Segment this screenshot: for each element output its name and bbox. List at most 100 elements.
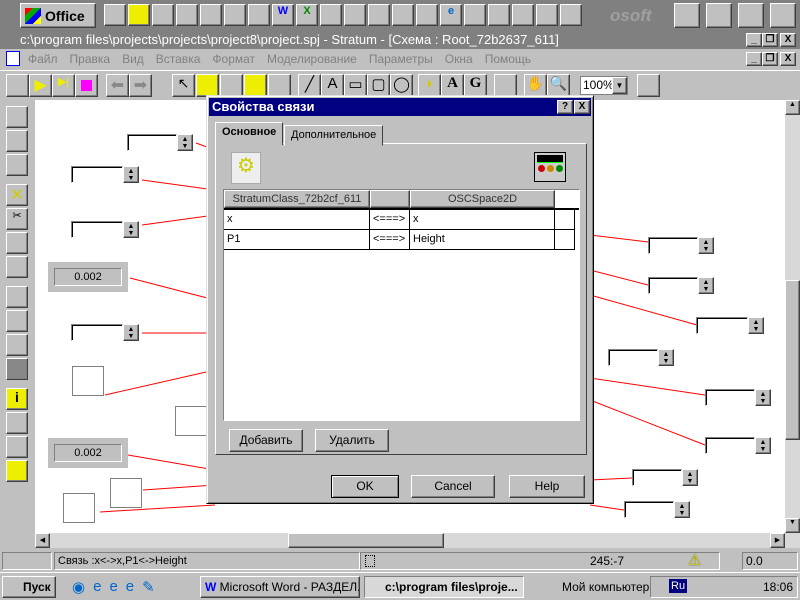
ok-button[interactable]: OK	[331, 475, 399, 498]
scroll-right-button[interactable]: ▶	[770, 533, 785, 548]
shortcut-card-icon[interactable]	[200, 4, 222, 26]
forward-button[interactable]: ➡	[129, 74, 152, 97]
table-row[interactable]: x <===> x	[224, 210, 579, 230]
number-input[interactable]: ▲ ▼	[648, 277, 714, 294]
shortcut-ie-icon[interactable]: e	[440, 4, 462, 26]
shortcut-icon[interactable]	[320, 4, 342, 26]
oscilloscope-icon[interactable]	[72, 366, 104, 396]
number-input[interactable]: ▲ ▼	[127, 134, 193, 151]
office-app-button-4[interactable]	[770, 3, 796, 28]
horizontal-scroll-thumb[interactable]	[288, 533, 444, 548]
cut-icon[interactable]: ✂	[6, 208, 28, 230]
my-computer-label[interactable]: Мой компьютер	[562, 580, 649, 594]
remove-button[interactable]: Удалить	[315, 429, 389, 452]
pause-button[interactable]	[6, 74, 29, 97]
page-tool[interactable]	[268, 74, 291, 97]
shortcut-book-icon[interactable]	[224, 4, 246, 26]
office-button[interactable]: Office	[20, 3, 96, 28]
menu-view[interactable]: Вид	[122, 52, 144, 66]
shortcut-forms-icon[interactable]	[152, 4, 174, 26]
library-icon[interactable]	[6, 334, 28, 356]
ellipse-tool[interactable]: ◯	[390, 74, 413, 97]
chevron-down-icon[interactable]: ▼	[612, 77, 627, 94]
spinner[interactable]: ▲ ▼	[698, 237, 714, 254]
dialog-close-button[interactable]: X	[574, 100, 590, 114]
image-tool[interactable]	[494, 74, 517, 97]
spinner[interactable]: ▲ ▼	[698, 277, 714, 294]
add-button[interactable]: Добавить	[229, 429, 303, 452]
class-tool[interactable]	[196, 74, 219, 97]
rectangle-tool[interactable]: ▭	[344, 74, 367, 97]
quicklaunch-icon[interactable]: ◉	[72, 578, 85, 596]
shortcut-key-icon[interactable]	[392, 4, 414, 26]
shortcut-note-icon[interactable]	[248, 4, 270, 26]
scroll-left-button[interactable]: ◀	[35, 533, 50, 548]
step-button[interactable]: ▶|	[52, 74, 75, 97]
new-icon[interactable]	[6, 106, 28, 128]
back-button[interactable]: ⬅	[106, 74, 129, 97]
shortcut-balloon-icon[interactable]	[536, 4, 558, 26]
spinner[interactable]: ▲ ▼	[755, 389, 771, 406]
ie-icon[interactable]: e	[109, 578, 117, 596]
rounded-rect-tool[interactable]: ▢	[367, 74, 390, 97]
row-source[interactable]: P1	[224, 230, 370, 250]
number-input[interactable]: ▲ ▼	[608, 349, 674, 366]
shortcut-icon[interactable]	[344, 4, 366, 26]
minimize-button[interactable]: _	[746, 33, 762, 47]
shortcut-icon[interactable]	[512, 4, 534, 26]
menu-format[interactable]: Формат	[212, 52, 255, 66]
language-indicator[interactable]: Ru	[669, 579, 688, 593]
spinner[interactable]: ▲ ▼	[755, 437, 771, 454]
shortcut-check-icon[interactable]	[176, 4, 198, 26]
scroll-up-button[interactable]: ▲	[785, 100, 800, 115]
properties-icon[interactable]	[6, 412, 28, 434]
oscilloscope-icon[interactable]	[110, 478, 142, 508]
open-icon[interactable]	[6, 130, 28, 152]
number-input[interactable]: ▲ ▼	[705, 389, 771, 406]
run-button[interactable]: ▶	[29, 74, 52, 97]
task-stratum[interactable]: c:\program files\proje...	[364, 576, 524, 598]
number-input[interactable]: ▲ ▼	[705, 437, 771, 454]
group-tool[interactable]: G	[464, 74, 487, 97]
dialog-help-button[interactable]: ?	[557, 100, 573, 114]
tab-additional[interactable]: Дополнительное	[284, 125, 384, 146]
menu-insert[interactable]: Вставка	[156, 52, 201, 66]
shortcut-icon[interactable]	[368, 4, 390, 26]
number-input[interactable]: ▲ ▼	[71, 166, 139, 183]
note-icon[interactable]	[6, 460, 28, 482]
row-target[interactable]: Height	[410, 230, 555, 250]
start-button[interactable]: Пуск	[2, 576, 56, 598]
menu-windows[interactable]: Окна	[445, 52, 473, 66]
export-icon[interactable]	[6, 436, 28, 458]
text-tool[interactable]: A	[441, 74, 464, 97]
shortcut-help-icon[interactable]	[560, 4, 582, 26]
office-app-button-2[interactable]	[706, 3, 732, 28]
ie-icon[interactable]: e	[93, 578, 101, 596]
task-word[interactable]: W Microsoft Word - РАЗДЕЛ...	[200, 576, 360, 598]
spinner[interactable]: ▲ ▼	[177, 134, 193, 151]
number-input[interactable]: ▲ ▼	[648, 237, 714, 254]
office-app-button-3[interactable]	[738, 3, 764, 28]
number-input[interactable]: ▲ ▼	[632, 469, 698, 486]
copy-icon[interactable]	[6, 232, 28, 254]
print-icon[interactable]	[6, 154, 28, 176]
shortcut-folder-icon[interactable]	[128, 4, 150, 26]
menu-modeling[interactable]: Моделирование	[267, 52, 357, 66]
hand-tool[interactable]: ✋	[524, 74, 547, 97]
column-header-direction[interactable]	[370, 190, 410, 208]
close-button[interactable]: X	[780, 33, 796, 47]
shortcut-word-icon[interactable]: W	[272, 4, 294, 26]
quicklaunch-icon[interactable]: ✎	[142, 578, 155, 596]
zoom-tool[interactable]: 🔍	[547, 74, 570, 97]
row-source[interactable]: x	[224, 210, 370, 230]
help-button[interactable]: Help	[509, 475, 585, 498]
spinner[interactable]: ▲ ▼	[748, 317, 764, 334]
number-input[interactable]: ▲ ▼	[696, 317, 764, 334]
oscilloscope-icon[interactable]	[175, 406, 207, 436]
menu-file[interactable]: Файл	[28, 52, 58, 66]
column-header-source[interactable]: StratumClass_72b2cf_611	[224, 190, 370, 208]
table-row[interactable]: P1 <===> Height	[224, 230, 579, 250]
office-app-button-1[interactable]	[674, 3, 700, 28]
polyline-tool[interactable]: A	[321, 74, 344, 97]
stop-button[interactable]	[75, 74, 98, 97]
